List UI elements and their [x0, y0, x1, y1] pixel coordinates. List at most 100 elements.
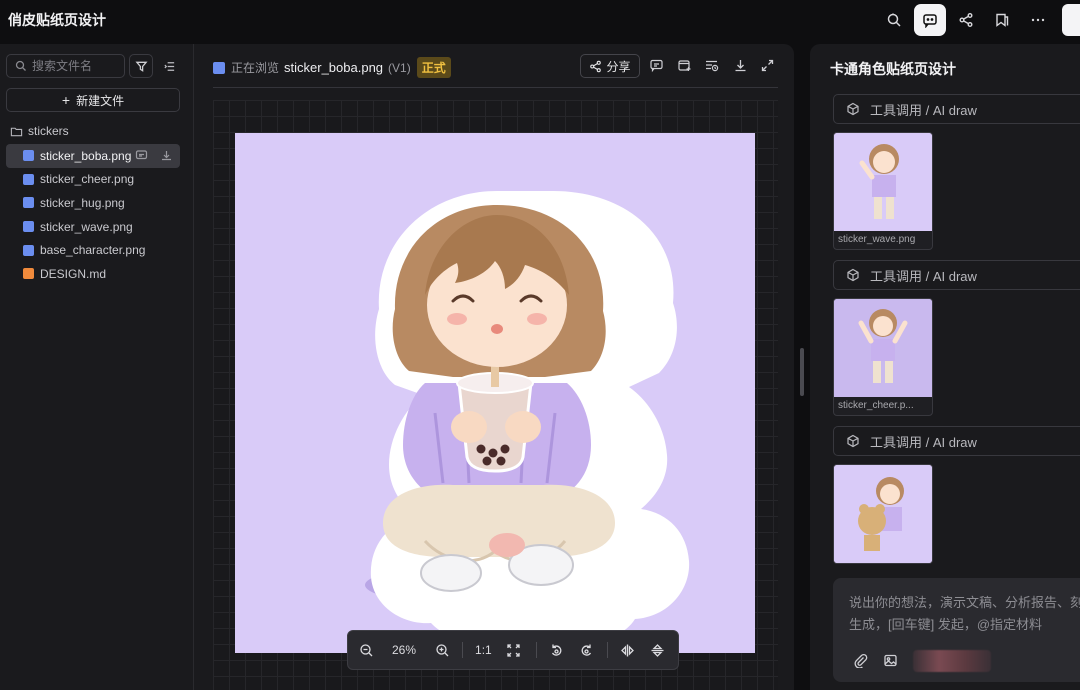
plus-icon: +	[61, 92, 71, 108]
top-bar: 俏皮贴纸页设计	[0, 0, 1080, 40]
folder-stickers[interactable]: stickers	[10, 124, 69, 138]
image-file-icon	[213, 61, 225, 74]
comment-icon[interactable]	[649, 58, 665, 74]
folder-label: stickers	[28, 124, 69, 138]
pane-resize-handle[interactable]	[800, 348, 804, 396]
thumbnail-image	[834, 299, 932, 397]
zoom-out-icon[interactable]	[358, 642, 374, 658]
file-name: DESIGN.md	[40, 266, 107, 281]
bookmark-icon[interactable]	[986, 4, 1018, 36]
file-name: sticker_hug.png	[40, 195, 125, 210]
status-badge: 正式	[416, 57, 451, 78]
folder-icon	[10, 127, 23, 136]
tool-call-label: 工具调用 / AI draw	[870, 434, 977, 450]
zoom-toolbar: 26% 1:1	[347, 630, 679, 670]
result-thumbnail[interactable]: sticker_wave.png	[833, 132, 933, 250]
actual-size-button[interactable]: 1:1	[475, 643, 492, 657]
fullscreen-icon[interactable]	[760, 58, 776, 74]
tool-call-row[interactable]: 工具调用 / AI draw	[833, 426, 1080, 456]
file-item[interactable]: DESIGN.md	[6, 262, 180, 286]
workspace-pane: + 新建文件 stickers sticker_boba.png sticker…	[0, 44, 794, 690]
filter-button[interactable]	[129, 54, 153, 78]
current-file-name: sticker_boba.png	[284, 60, 384, 75]
file-item[interactable]: sticker_hug.png	[6, 191, 180, 215]
search-refresh-icon[interactable]	[878, 4, 910, 36]
markdown-file-icon	[23, 268, 34, 280]
user-menu-button[interactable]	[1062, 4, 1080, 36]
image-file-icon	[23, 221, 34, 233]
image-file-icon	[23, 244, 34, 256]
thumbnail-image	[834, 465, 932, 563]
download-icon[interactable]	[733, 58, 749, 74]
share-icon[interactable]	[950, 4, 982, 36]
history-icon[interactable]	[704, 58, 720, 74]
chat-input[interactable]: 说出你的想法，演示文稿、分析报告、刻生成，[回车键] 发起，@指定材料	[833, 578, 1080, 682]
sticker-image	[235, 133, 755, 653]
more-icon[interactable]	[1022, 4, 1054, 36]
file-list: sticker_boba.png sticker_cheer.png stick…	[6, 144, 180, 286]
new-file-button[interactable]: + 新建文件	[6, 88, 180, 112]
redacted-chip	[913, 650, 991, 672]
tool-call-row[interactable]: 工具调用 / AI draw	[833, 94, 1080, 124]
image-file-icon	[23, 173, 34, 185]
download-icon[interactable]	[160, 149, 173, 162]
share-label: 分享	[606, 59, 631, 74]
toolbar-divider	[462, 642, 464, 658]
input-toolbar	[853, 650, 991, 672]
file-item[interactable]: sticker_boba.png	[6, 144, 180, 168]
comment-icon[interactable]	[135, 149, 148, 162]
filter-icon	[134, 61, 148, 72]
tool-call-label: 工具调用 / AI draw	[870, 102, 977, 118]
image-canvas[interactable]: 26% 1:1	[213, 100, 778, 690]
tool-cube-icon	[847, 102, 859, 116]
share-button[interactable]: 分享	[580, 54, 640, 78]
thumbnail-filename: sticker_wave.png	[838, 234, 916, 245]
toolbar-divider	[535, 642, 537, 658]
rotate-right-icon[interactable]	[579, 642, 595, 658]
browsing-info: 正在浏览 sticker_boba.png (V1) 正式	[213, 57, 451, 78]
chat-input-placeholder[interactable]: 说出你的想法，演示文稿、分析报告、刻生成，[回车键] 发起，@指定材料	[849, 592, 1080, 636]
app-title: 俏皮贴纸页设计	[8, 12, 106, 28]
search-icon	[15, 60, 26, 71]
collapse-sidebar-button[interactable]	[160, 56, 178, 76]
attach-icon[interactable]	[853, 653, 869, 669]
file-name: sticker_boba.png	[40, 148, 132, 163]
browsing-label: 正在浏览	[231, 61, 280, 75]
tool-call-row[interactable]: 工具调用 / AI draw	[833, 260, 1080, 290]
zoom-level[interactable]: 26%	[392, 643, 416, 657]
chat-icon[interactable]	[914, 4, 946, 36]
file-explorer: + 新建文件 stickers sticker_boba.png sticker…	[0, 44, 194, 690]
flip-horizontal-icon[interactable]	[620, 642, 636, 658]
file-item[interactable]: sticker_cheer.png	[6, 168, 180, 192]
add-to-library-icon[interactable]	[677, 58, 693, 74]
image-file-icon	[23, 150, 34, 162]
file-search[interactable]	[6, 54, 125, 78]
file-name: sticker_cheer.png	[40, 172, 135, 187]
thumbnail-image	[834, 133, 932, 231]
file-name: base_character.png	[40, 243, 146, 258]
result-thumbnail[interactable]: sticker_cheer.p...	[833, 298, 933, 416]
image-upload-icon[interactable]	[883, 653, 899, 669]
flip-vertical-icon[interactable]	[650, 642, 666, 658]
rotate-left-icon[interactable]	[549, 642, 565, 658]
share-icon	[590, 60, 602, 72]
version-label: (V1)	[388, 60, 411, 75]
chat-panel: 卡通角色贴纸页设计 工具调用 / AI draw sticker_wave.pn…	[810, 44, 1080, 690]
chat-messages: 工具调用 / AI draw sticker_wave.png 工具调用 / A…	[833, 94, 1080, 564]
thumbnail-filename: sticker_cheer.p...	[838, 400, 914, 411]
search-input[interactable]	[32, 59, 122, 73]
result-thumbnail[interactable]	[833, 464, 933, 564]
viewer-header: 正在浏览 sticker_boba.png (V1) 正式 分享	[213, 54, 778, 88]
new-file-label: 新建文件	[76, 93, 125, 108]
top-toolbar	[874, 4, 1080, 36]
tool-call-label: 工具调用 / AI draw	[870, 268, 977, 284]
zoom-in-icon[interactable]	[434, 642, 450, 658]
file-item[interactable]: base_character.png	[6, 238, 180, 262]
collapse-list-icon	[163, 61, 174, 71]
image-viewer: 正在浏览 sticker_boba.png (V1) 正式 分享 26% 1:1	[195, 44, 794, 690]
image-file-icon	[23, 197, 34, 209]
file-name: sticker_wave.png	[40, 219, 133, 234]
fit-screen-icon[interactable]	[506, 642, 522, 658]
file-item[interactable]: sticker_wave.png	[6, 215, 180, 239]
tool-cube-icon	[847, 434, 859, 448]
